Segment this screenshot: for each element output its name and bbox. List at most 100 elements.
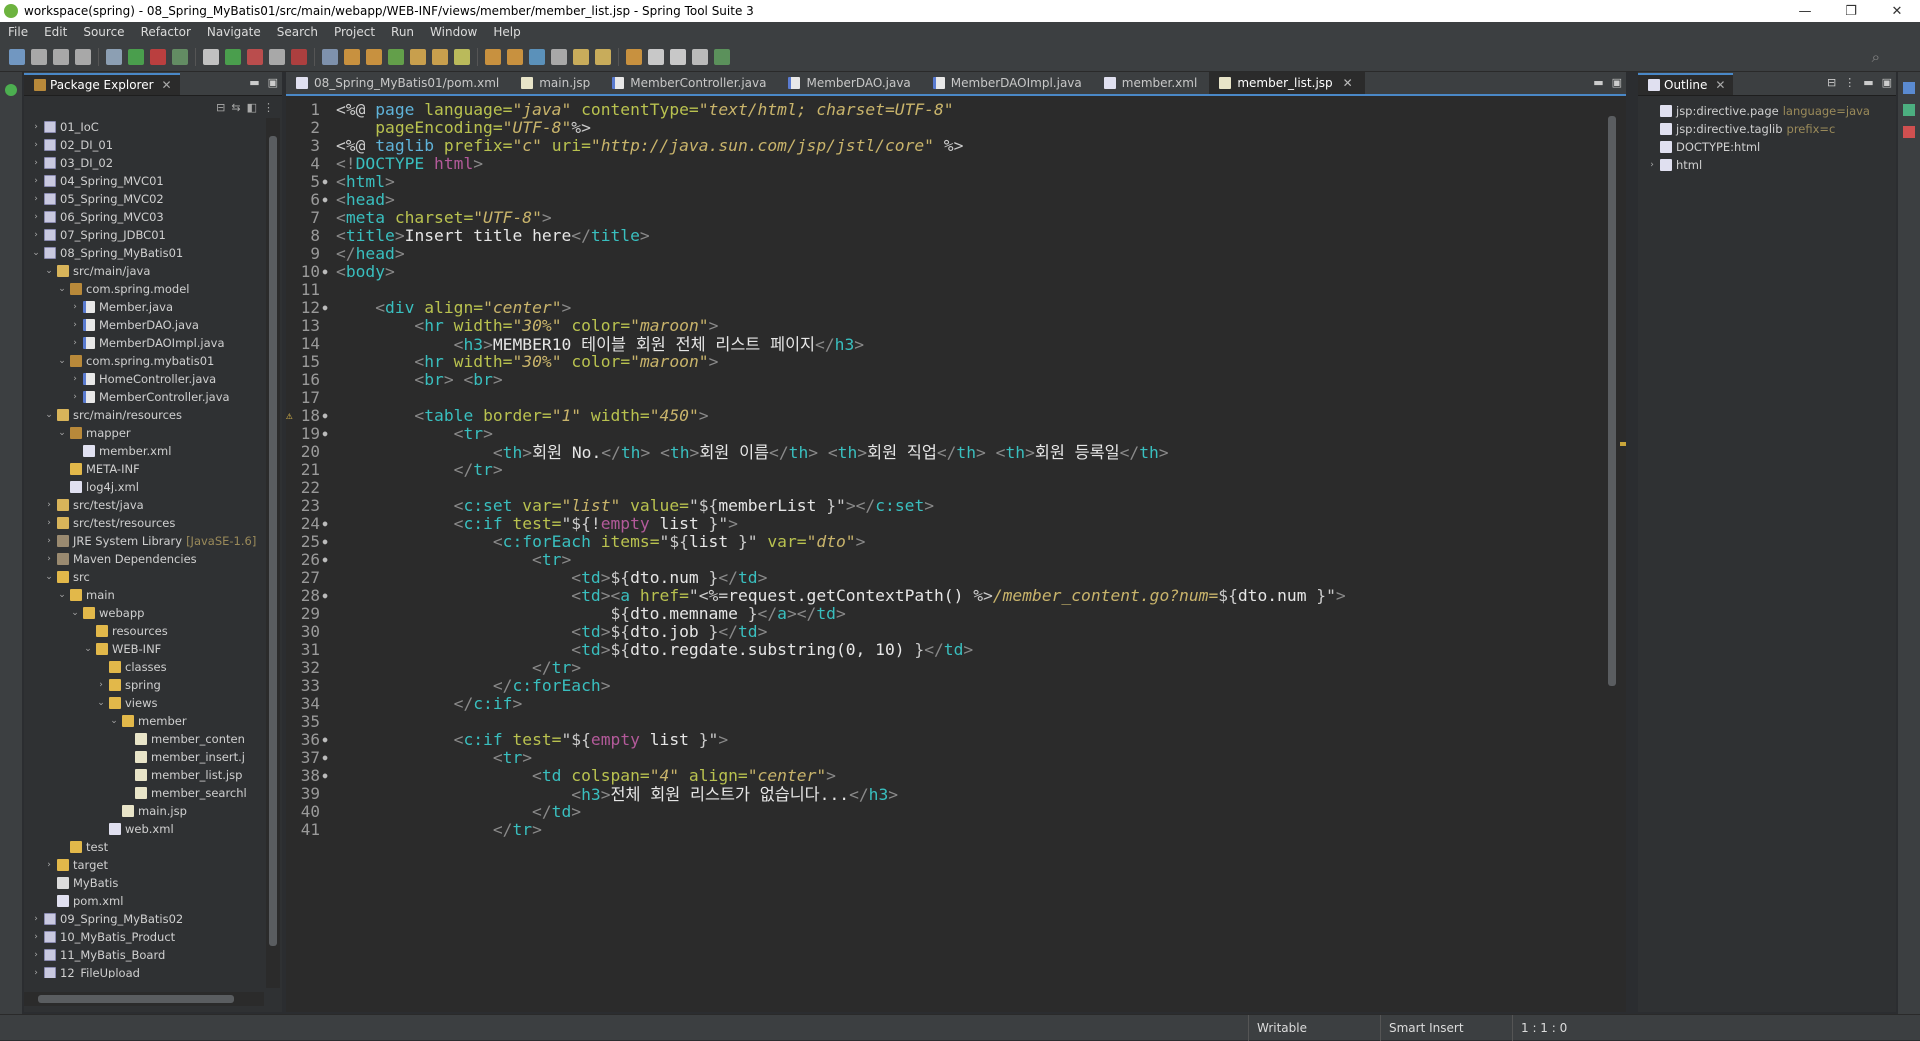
fold-toggle-icon[interactable]: ● <box>320 303 330 312</box>
toolbar-button-icon[interactable] <box>53 48 69 65</box>
toolbar-button-icon[interactable] <box>75 48 91 65</box>
toolbar-button-icon[interactable] <box>9 48 25 65</box>
code-line[interactable]: 9 </head> <box>286 244 404 263</box>
code-line[interactable]: 34 </c:if> <box>286 694 523 713</box>
explorer-vertical-scrollbar[interactable] <box>266 118 280 988</box>
toolbar-button-icon[interactable] <box>507 48 523 65</box>
menu-source[interactable]: Source <box>75 25 132 39</box>
code-line[interactable]: 5 ● <html> <box>286 172 394 191</box>
tree-item[interactable]: log4j.xml <box>24 478 264 496</box>
tree-item[interactable]: ⌄ com.spring.model <box>24 280 264 298</box>
tree-item[interactable]: ⌄ webapp <box>24 604 264 622</box>
code-line[interactable]: 36 ● <c:if test="${empty list }"> <box>286 730 728 749</box>
collapsed-chevron-icon[interactable]: › <box>43 500 55 510</box>
toolbar-button-icon[interactable] <box>31 48 47 65</box>
tree-item[interactable]: › MemberController.java <box>24 388 264 406</box>
expanded-chevron-icon[interactable]: ⌄ <box>56 284 68 294</box>
collapsed-chevron-icon[interactable]: › <box>30 158 42 168</box>
code-line[interactable]: 27 <td>${dto.num }</td> <box>286 568 768 587</box>
tree-item[interactable]: › src/test/resources <box>24 514 264 532</box>
fold-toggle-icon[interactable]: ● <box>320 267 330 276</box>
tree-item[interactable]: classes <box>24 658 264 676</box>
close-window-button[interactable]: ✕ <box>1874 4 1920 19</box>
minimize-view-icon[interactable]: ▬ <box>249 76 259 89</box>
warning-ruler-marker[interactable] <box>1620 442 1626 446</box>
collapsed-chevron-icon[interactable]: › <box>30 932 42 942</box>
editor-tab[interactable]: member_list.jsp ✕ <box>1209 72 1365 94</box>
task-list-icon[interactable] <box>1903 104 1915 116</box>
code-line[interactable]: 20 <th>회원 No.</th> <th>회원 이름</th> <th>회원… <box>286 442 1169 463</box>
collapsed-chevron-icon[interactable]: › <box>30 212 42 222</box>
maximize-view-icon[interactable]: ▣ <box>1882 76 1892 89</box>
tree-item[interactable]: › MemberDAOImpl.java <box>24 334 264 352</box>
problems-icon[interactable] <box>1903 126 1915 138</box>
collapse-all-icon[interactable]: ⊟ <box>1827 76 1836 89</box>
expanded-chevron-icon[interactable]: ⌄ <box>30 248 42 258</box>
toolbar-button-icon[interactable] <box>106 48 122 65</box>
toolbar-button-icon[interactable] <box>128 48 144 65</box>
collapsed-chevron-icon[interactable]: › <box>43 536 55 546</box>
toolbar-button-icon[interactable] <box>366 48 382 65</box>
code-line[interactable]: 15 <hr width="30%" color="maroon"> <box>286 352 719 371</box>
tree-item[interactable]: › 04_Spring_MVC01 <box>24 172 264 190</box>
close-icon[interactable]: ✕ <box>1715 78 1725 92</box>
toolbar-button-icon[interactable] <box>692 48 708 65</box>
fold-toggle-icon[interactable]: ● <box>320 195 330 204</box>
tab-package-explorer[interactable]: Package Explorer ✕ <box>24 73 180 95</box>
fold-toggle-icon[interactable]: ● <box>320 429 330 438</box>
tree-item[interactable]: › src/test/java <box>24 496 264 514</box>
tree-item[interactable]: META-INF <box>24 460 264 478</box>
tree-item[interactable]: member_conten <box>24 730 264 748</box>
scroll-thumb[interactable] <box>38 995 234 1003</box>
toolbar-button-icon[interactable] <box>322 48 338 65</box>
code-line[interactable]: 23 <c:set var="list" value="${memberList… <box>286 496 934 515</box>
code-line[interactable]: 30 <td>${dto.job }</td> <box>286 622 768 641</box>
toolbar-button-icon[interactable] <box>225 48 241 65</box>
code-line[interactable]: 26 ● <tr> <box>286 550 572 569</box>
toolbar-button-icon[interactable] <box>551 48 567 65</box>
editor-tab[interactable]: member.xml <box>1094 72 1210 94</box>
collapsed-chevron-icon[interactable]: › <box>30 176 42 186</box>
toolbar-button-icon[interactable] <box>344 48 360 65</box>
outline-item[interactable]: › html <box>1638 156 1896 174</box>
collapsed-chevron-icon[interactable]: › <box>43 860 55 870</box>
tree-item[interactable]: › JRE System Library [JavaSE-1.6] <box>24 532 264 550</box>
code-line[interactable]: 41 </tr> <box>286 820 542 839</box>
tree-item[interactable]: › target <box>24 856 264 874</box>
fold-toggle-icon[interactable]: ● <box>320 537 330 546</box>
code-editor[interactable]: 1 <%@ page language="java" contentType="t… <box>286 98 1606 994</box>
link-with-editor-icon[interactable]: ⇆ <box>231 101 240 114</box>
expanded-chevron-icon[interactable]: ⌄ <box>108 716 120 726</box>
code-line[interactable]: 28 ● <td><a href="<%=request.getContextPa… <box>286 586 1346 605</box>
collapse-all-icon[interactable]: ⊟ <box>216 101 225 114</box>
editor-tab[interactable]: MemberDAOImpl.java <box>923 72 1094 94</box>
warning-icon[interactable]: ⚠ <box>286 409 298 422</box>
code-line[interactable]: 35 <box>286 712 336 731</box>
code-line[interactable]: 40 </td> <box>286 802 581 821</box>
editor-tab[interactable]: MemberDAO.java <box>778 72 922 94</box>
outline-item[interactable]: jsp:directive.page language=java <box>1638 102 1896 120</box>
editor-tab[interactable]: main.jsp <box>511 72 602 94</box>
status-insert-mode[interactable]: Smart Insert <box>1380 1015 1510 1041</box>
code-line[interactable]: 17 <box>286 388 336 407</box>
minimize-view-icon[interactable]: ▬ <box>1863 76 1873 89</box>
toolbar-button-icon[interactable] <box>203 48 219 65</box>
code-line[interactable]: 11 <box>286 280 336 299</box>
code-line[interactable]: 8 <title>Insert title here</title> <box>286 226 649 245</box>
scroll-thumb[interactable] <box>1608 116 1616 686</box>
tree-item[interactable]: web.xml <box>24 820 264 838</box>
menu-file[interactable]: File <box>0 25 36 39</box>
tree-item[interactable]: › 07_Spring_JDBC01 <box>24 226 264 244</box>
view-menu-icon[interactable]: ⋮ <box>1844 76 1855 89</box>
code-line[interactable]: 31 <td>${dto.regdate.substring(0, 10) }<… <box>286 640 973 659</box>
collapsed-chevron-icon[interactable]: › <box>30 230 42 240</box>
tree-item[interactable]: test <box>24 838 264 856</box>
toolbar-button-icon[interactable] <box>247 48 263 65</box>
editor-horizontal-scrollbar[interactable] <box>330 994 1604 1010</box>
scroll-thumb[interactable] <box>269 136 277 946</box>
fold-toggle-icon[interactable]: ● <box>320 753 330 762</box>
collapsed-chevron-icon[interactable]: › <box>69 392 81 402</box>
code-line[interactable]: 4 <!DOCTYPE html> <box>286 154 483 173</box>
expanded-chevron-icon[interactable]: ⌄ <box>43 572 55 582</box>
tree-item[interactable]: member.xml <box>24 442 264 460</box>
